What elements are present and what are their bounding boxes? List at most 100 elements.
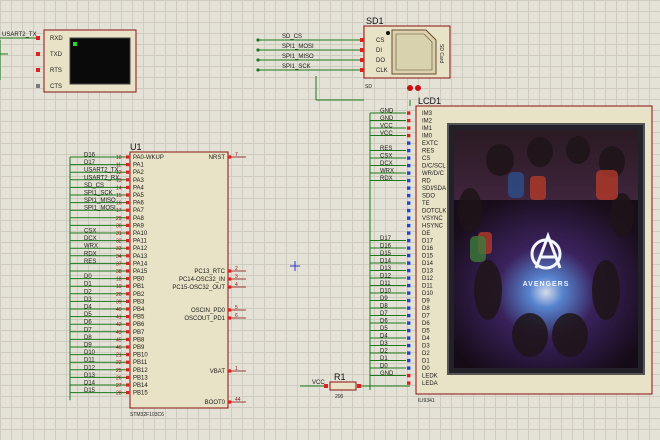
u1-pin-pc14-osc32_in[interactable] [228, 277, 232, 281]
lcd-pin-im2[interactable] [407, 118, 411, 123]
virtual-terminal[interactable]: USART2_TX RXD TXD RTS CTS [0, 29, 137, 93]
terminal-pin-rts[interactable] [36, 68, 40, 72]
lcd1-component[interactable]: LCD1 ILI9341 AVENGERS IM3GNDIM2GNDIM1VCC… [369, 96, 653, 404]
u1-pin-pa2[interactable] [126, 170, 130, 174]
u1-pin-number: 25 [116, 368, 122, 374]
lcd-pin-extc[interactable] [407, 141, 411, 145]
u1-pin-pb10[interactable] [126, 353, 130, 357]
lcd-pin-wrdc[interactable] [407, 171, 411, 175]
lcd-pin-d3[interactable] [407, 343, 411, 348]
u1-pin-pa13[interactable] [126, 254, 130, 258]
lcd-pin-te[interactable] [407, 201, 411, 205]
u1-pin-pb5[interactable] [126, 315, 130, 319]
lcd-pin-d12[interactable] [407, 276, 411, 280]
u1-pin-pb0[interactable] [126, 277, 130, 281]
lcd-pin-d1[interactable] [407, 358, 411, 363]
u1-pin-pb11[interactable] [126, 360, 130, 364]
u1-pin-pc13_rtc[interactable] [228, 269, 232, 273]
u1-pin-pa8[interactable] [126, 216, 130, 220]
u1-pin-pa10[interactable] [126, 231, 130, 235]
lcd-pin-d9[interactable] [407, 298, 411, 303]
sd-pin-do[interactable] [360, 58, 364, 62]
u1-pin-vbat[interactable] [228, 369, 232, 373]
u1-pin-pa11[interactable] [126, 239, 130, 243]
lcd-pin-d14[interactable] [407, 261, 411, 265]
u1-pin-pb6[interactable] [126, 322, 130, 326]
u1-pin-pa12[interactable] [126, 246, 130, 250]
u1-pin-nrst[interactable] [228, 155, 232, 159]
u1-pin-pb8[interactable] [126, 337, 130, 341]
u1-pin-pb3[interactable] [126, 299, 130, 303]
r1-component[interactable]: R1 200 VCC [300, 372, 410, 400]
lcd-pin-sdo[interactable] [407, 193, 411, 198]
lcd-pin-de[interactable] [407, 231, 411, 235]
lcd-pin-d17[interactable] [407, 238, 411, 243]
u1-pin-oscout_pd1[interactable] [228, 316, 232, 320]
terminal-pin-rxd[interactable] [36, 36, 40, 40]
lcd-pin-d13[interactable] [407, 268, 411, 273]
u1-pin-pa9[interactable] [126, 223, 130, 227]
lcd-pin-im0[interactable] [407, 133, 411, 138]
lcd-net-label: D10 [380, 289, 392, 295]
u1-net-label: D8 [84, 335, 92, 341]
lcd-pin-im3[interactable] [407, 111, 411, 115]
lcd-net-label: VCC [380, 131, 393, 137]
lcd-pin-d15[interactable] [407, 253, 411, 258]
u1-pin-pb12[interactable] [126, 368, 130, 372]
lcd-pin-label: WR/D/C [422, 171, 445, 177]
sd-pin-clk[interactable] [360, 68, 364, 72]
lcd-pin-d0[interactable] [407, 366, 411, 370]
u1-pin-boot0[interactable] [228, 400, 232, 404]
u1-pin-pb1[interactable] [126, 284, 130, 288]
u1-pin-label: PA9 [133, 223, 145, 229]
lcd-pin-d10[interactable] [407, 291, 411, 295]
lcd-pin-d4[interactable] [407, 336, 411, 340]
u1-pin-pb4[interactable] [126, 307, 130, 311]
u1-pin-pa1[interactable] [126, 163, 130, 167]
lcd-pin-d5[interactable] [407, 328, 411, 333]
u1-pin-pb2[interactable] [126, 292, 130, 296]
lcd-pin-res[interactable] [407, 148, 411, 153]
u1-pin-pa5[interactable] [126, 193, 130, 197]
u1-pin-pa3[interactable] [126, 178, 130, 182]
u1-pin-pa6[interactable] [126, 201, 130, 205]
lcd-pin-leda[interactable] [407, 381, 411, 385]
lcd-pin-cs[interactable] [407, 156, 411, 160]
lcd-pin-ledk[interactable] [407, 373, 411, 378]
lcd-pin-dotclk[interactable] [407, 208, 411, 213]
u1-pin-pb14[interactable] [126, 383, 130, 387]
u1-pin-pb7[interactable] [126, 330, 130, 334]
u1-pin-label: PB6 [133, 322, 145, 328]
u1-pin-pa7[interactable] [126, 208, 130, 212]
lcd-pin-im1[interactable] [407, 126, 411, 130]
u1-pin-pa15[interactable] [126, 269, 130, 273]
sd1-component[interactable]: SD1 SD Card SD CS SD_CS DI SPI1_MOSI DO SPI1_… [256, 16, 451, 91]
u1-pin-pb9[interactable] [126, 345, 130, 349]
lcd-pin-rd[interactable] [407, 178, 411, 183]
lcd-pin-d6[interactable] [407, 321, 411, 325]
u1-pin-pb15[interactable] [126, 391, 130, 395]
sd-pin-cs[interactable] [360, 38, 364, 42]
u1-pin-pa14[interactable] [126, 261, 130, 265]
lcd-pin-d11[interactable] [407, 283, 411, 288]
u1-pin-oscin_pd0[interactable] [228, 308, 232, 312]
lcd-pin-sdisda[interactable] [407, 186, 411, 190]
u1-pin-pc15-osc32_out[interactable] [228, 285, 232, 289]
lcd-pin-vsync[interactable] [407, 216, 411, 220]
lcd-net-label: CSX [380, 154, 392, 160]
u1-pin-pa0-wkup[interactable] [126, 155, 130, 159]
lcd-pin-d7[interactable] [407, 313, 411, 318]
u1-pin-pb13[interactable] [126, 375, 130, 379]
lcd-pin-d16[interactable] [407, 246, 411, 250]
u1-component[interactable]: U1 STM32F103C6 10 PA0-WKUPD1611 PA1D1712 PA… [69, 142, 246, 418]
terminal-pin-txd[interactable] [36, 52, 40, 56]
lcd-pin-d8[interactable] [407, 306, 411, 310]
terminal-pin-cts[interactable] [36, 84, 40, 88]
lcd-pin-d2[interactable] [407, 351, 411, 355]
u1-pin-pa4[interactable] [126, 185, 130, 189]
sd-pin-di[interactable] [360, 48, 364, 52]
schematic-canvas[interactable]: USART2_TX RXD TXD RTS CTS SD1 SD Card SD CS… [0, 0, 660, 440]
lcd-pin-dcscl[interactable] [407, 163, 411, 168]
lcd-pin-hsync[interactable] [407, 223, 411, 228]
u1-pin-number: 14 [116, 185, 122, 191]
